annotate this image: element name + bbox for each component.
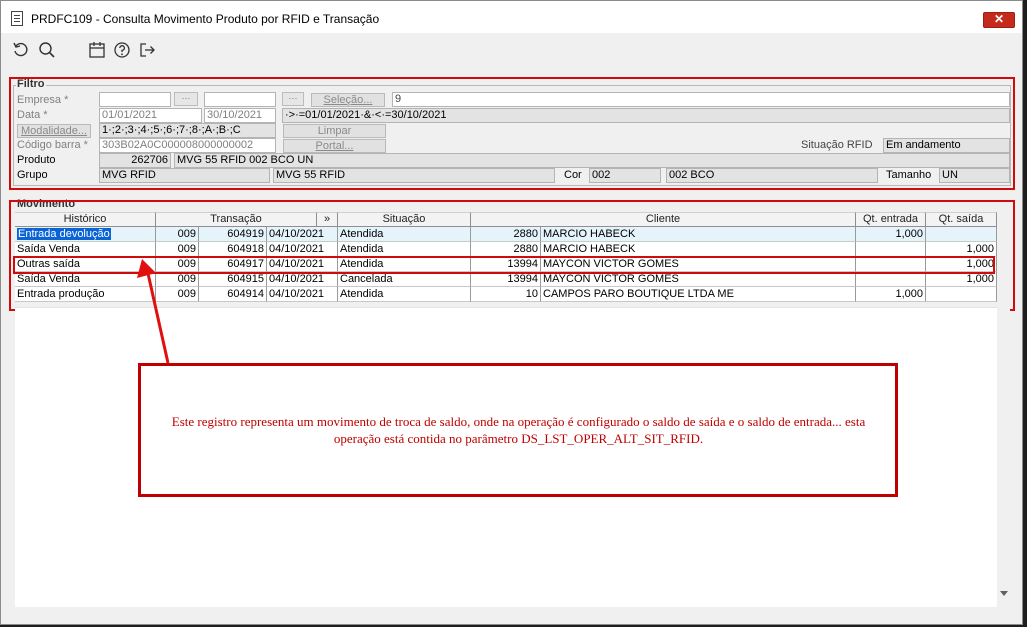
annotation-arrow-icon: [137, 259, 170, 364]
annotation-box: Este registro representa um movimento de…: [138, 363, 898, 497]
main-window: PRDFC109 - Consulta Movimento Produto po…: [0, 0, 1023, 625]
annotation-text: Este registro representa um movimento de…: [171, 414, 866, 446]
